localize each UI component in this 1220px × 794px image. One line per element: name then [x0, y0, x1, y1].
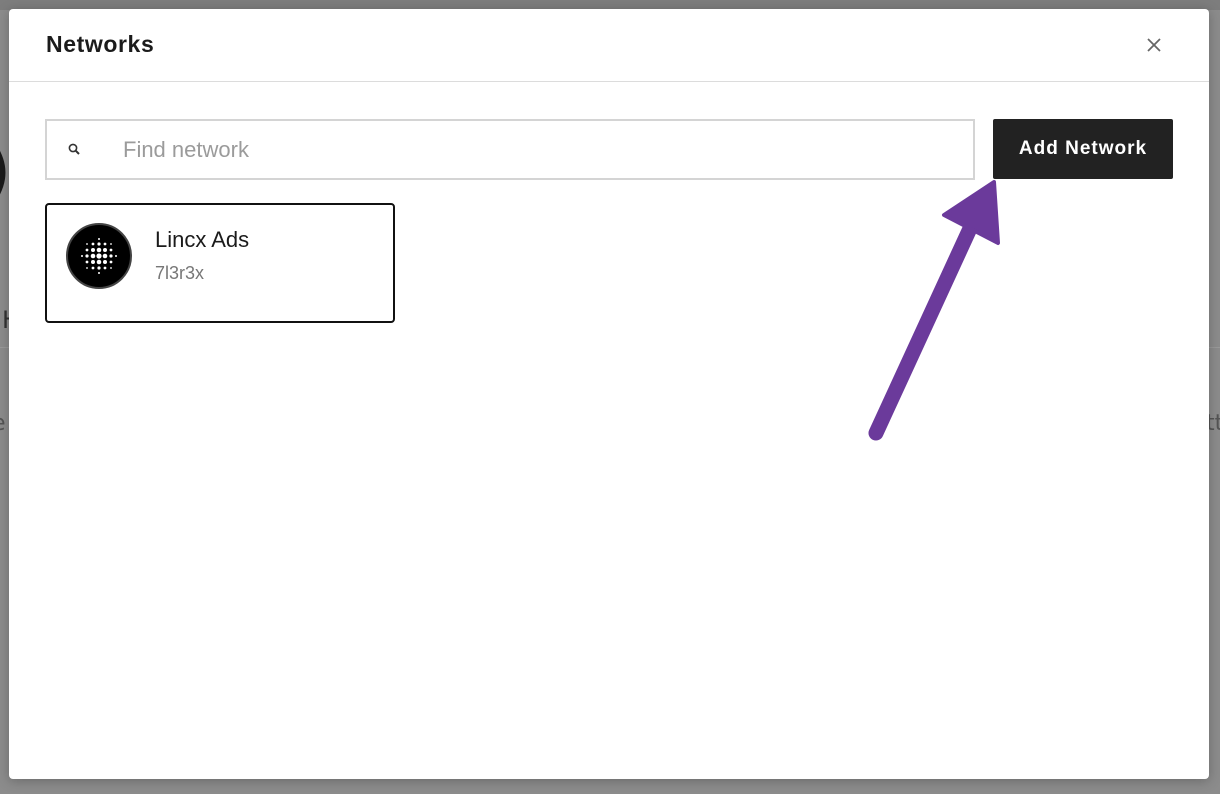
modal-header: Networks — [9, 9, 1209, 82]
avatar — [66, 223, 132, 289]
network-card[interactable]: Lincx Ads 7l3r3x — [45, 203, 395, 323]
close-button[interactable] — [1142, 33, 1166, 57]
network-id: 7l3r3x — [155, 263, 205, 283]
lincx-logo-icon — [81, 238, 117, 274]
network-name: Lincx Ads — [155, 227, 250, 252]
search-box[interactable] — [45, 119, 975, 180]
add-network-button[interactable]: Add Network — [993, 119, 1173, 179]
networks-modal: Networks Add Network — [9, 9, 1209, 779]
search-input[interactable] — [123, 129, 963, 171]
modal-title: Networks — [46, 31, 155, 57]
close-icon — [1147, 38, 1161, 52]
search-icon — [68, 143, 80, 155]
background-text-fragment: e — [0, 410, 6, 438]
